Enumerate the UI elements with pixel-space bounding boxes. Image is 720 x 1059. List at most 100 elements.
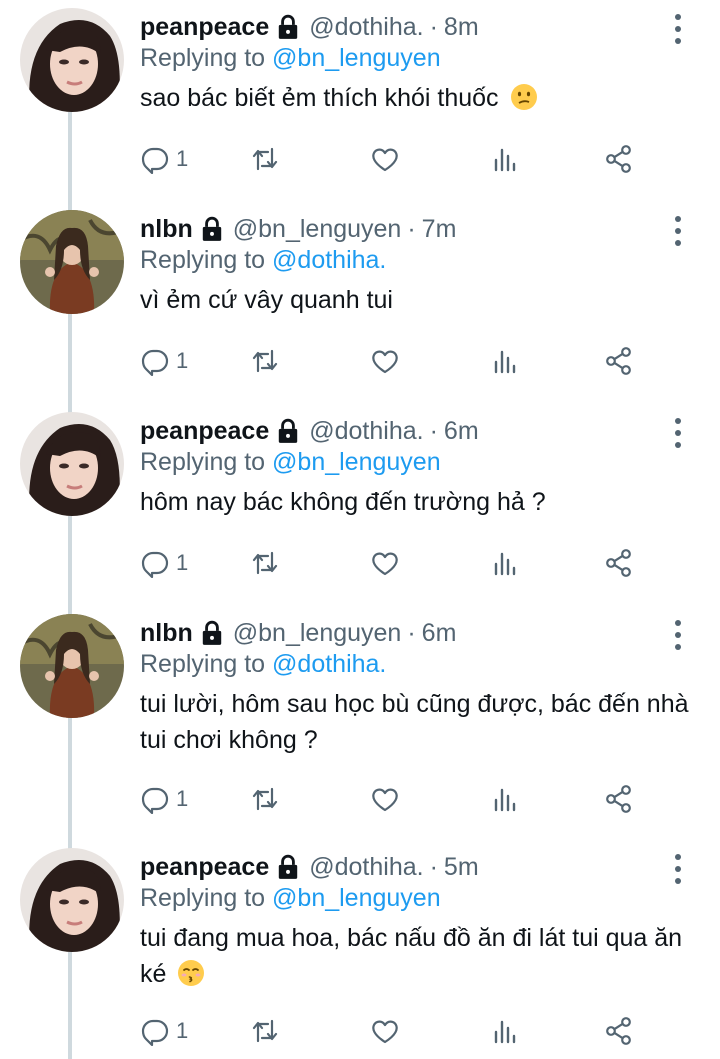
separator-dot: · [407,618,416,647]
reply-icon [141,1019,169,1046]
tweet-actions: 1 [140,1014,640,1048]
tweet-actions: 1 [140,782,640,816]
avatar-nlbn[interactable] [20,210,124,314]
replying-to-mention[interactable]: @dothiha. [272,246,386,274]
reply-button[interactable]: 1 [140,782,188,816]
replying-to: Replying to @dothiha. [140,650,386,679]
retweet-icon [252,349,278,373]
replying-to-mention[interactable]: @bn_lenguyen [272,44,441,72]
timestamp[interactable]: 7m [422,215,457,244]
separator-dot: · [429,852,438,881]
replying-to-label: Replying to [140,448,266,476]
analytics-button[interactable] [490,142,520,176]
display-name[interactable]: peanpeace [140,853,269,882]
like-button[interactable] [370,142,400,176]
reply-icon [141,349,169,376]
more-vertical-icon[interactable] [668,12,688,46]
like-button[interactable] [370,782,400,816]
like-icon [372,1020,398,1044]
separator-dot: · [429,12,438,41]
display-name[interactable]: peanpeace [140,417,269,446]
replying-to: Replying to @bn_lenguyen [140,884,441,913]
display-name[interactable]: nlbn [140,215,193,244]
tweet-text: hôm nay bác không đến trường hả ? [140,484,700,520]
share-icon [606,145,631,173]
share-button[interactable] [604,1014,634,1048]
share-icon [606,347,631,375]
tweet-header: nlbn @bn_lenguyen · 7m [140,212,456,246]
analytics-button[interactable] [490,344,520,378]
retweet-button[interactable] [250,782,280,816]
tweet-text-content: sao bác biết ẻm thích khói thuốc [140,84,499,112]
retweet-button[interactable] [250,344,280,378]
display-name[interactable]: peanpeace [140,13,269,42]
replying-to-mention[interactable]: @bn_lenguyen [272,448,441,476]
analytics-button[interactable] [490,1014,520,1048]
timestamp[interactable]: 6m [444,417,479,446]
handle[interactable]: @dothiha. [309,853,423,882]
more-vertical-icon[interactable] [668,416,688,450]
tweet-header: peanpeace @dothiha. · 5m [140,850,479,884]
avatar-peanpeace[interactable] [20,8,124,112]
reply-count: 1 [176,786,189,811]
share-button[interactable] [604,546,634,580]
avatar-peanpeace[interactable] [20,412,124,516]
avatar-peanpeace[interactable] [20,848,124,952]
replying-to: Replying to @dothiha. [140,246,386,275]
handle[interactable]: @dothiha. [309,417,423,446]
tweet-text-content: hôm nay bác không đến trường hả ? [140,488,546,516]
replying-to-label: Replying to [140,650,266,678]
share-button[interactable] [604,782,634,816]
retweet-icon [252,147,278,171]
analytics-icon [494,148,516,172]
avatar-nlbn[interactable] [20,614,124,718]
like-button[interactable] [370,546,400,580]
reply-count: 1 [176,1018,189,1043]
reply-button[interactable]: 1 [140,1014,188,1048]
analytics-icon [494,350,516,374]
tweet-actions: 1 [140,142,640,176]
more-vertical-icon[interactable] [668,618,688,652]
replying-to: Replying to @bn_lenguyen [140,448,441,477]
retweet-button[interactable] [250,546,280,580]
separator-dot: · [429,416,438,445]
timestamp[interactable]: 5m [444,853,479,882]
more-vertical-icon[interactable] [668,852,688,886]
handle[interactable]: @dothiha. [309,13,423,42]
handle[interactable]: @bn_lenguyen [233,619,402,648]
like-icon [372,552,398,576]
reply-count: 1 [176,348,189,373]
tweet-text: tui lười, hôm sau học bù cũng được, bác … [140,686,700,758]
retweet-icon [252,551,278,575]
reply-icon [141,787,169,814]
timestamp[interactable]: 6m [422,619,457,648]
reply-button[interactable]: 1 [140,344,188,378]
retweet-button[interactable] [250,142,280,176]
replying-to-mention[interactable]: @bn_lenguyen [272,884,441,912]
replying-to: Replying to @bn_lenguyen [140,44,441,73]
retweet-button[interactable] [250,1014,280,1048]
more-vertical-icon[interactable] [668,214,688,248]
share-button[interactable] [604,142,634,176]
tweet-actions: 1 [140,344,640,378]
reply-button[interactable]: 1 [140,142,188,176]
handle[interactable]: @bn_lenguyen [233,215,402,244]
analytics-button[interactable] [490,782,520,816]
lock-icon [199,620,225,646]
reply-button[interactable]: 1 [140,546,188,580]
analytics-button[interactable] [490,546,520,580]
like-icon [372,788,398,812]
separator-dot: · [407,214,416,243]
like-button[interactable] [370,344,400,378]
tweet-header: nlbn @bn_lenguyen · 6m [140,616,456,650]
reply-icon [141,551,169,578]
timestamp[interactable]: 8m [444,13,479,42]
like-button[interactable] [370,1014,400,1048]
display-name[interactable]: nlbn [140,619,193,648]
replying-to-mention[interactable]: @dothiha. [272,650,386,678]
tweet-actions: 1 [140,546,640,580]
tweet-text-content: tui đang mua hoa, bác nấu đồ ăn đi lát t… [140,924,683,988]
tweet-text: sao bác biết ẻm thích khói thuốc [140,80,700,116]
share-button[interactable] [604,344,634,378]
kissing-face-emoji-icon [177,959,205,987]
